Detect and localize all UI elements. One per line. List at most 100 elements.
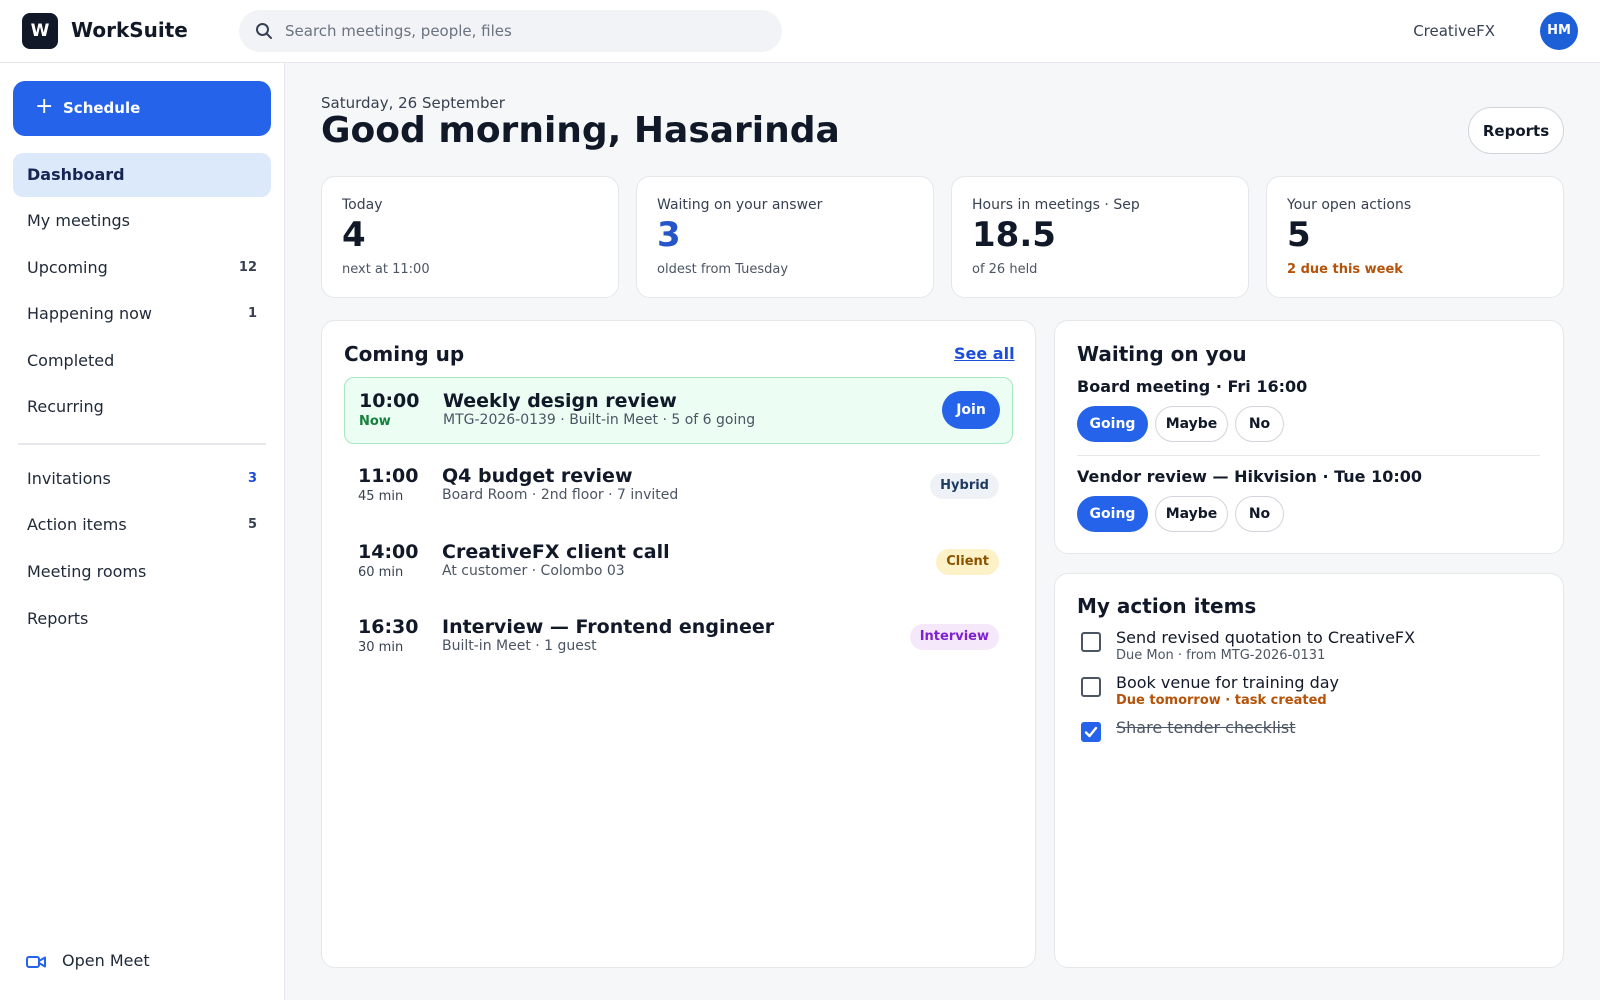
schedule-button[interactable]: + Schedule: [13, 81, 271, 136]
divider: [1077, 455, 1540, 456]
stat-label: Today: [342, 197, 383, 213]
stat-card-open-actions[interactable]: Your open actions 5 2 due this week: [1266, 176, 1564, 298]
stat-subtext: of 26 held: [972, 262, 1038, 277]
meeting-title: Weekly design review: [443, 390, 677, 412]
meeting-meta: MTG-2026-0139 · Built-in Meet · 5 of 6 g…: [443, 412, 756, 428]
plus-icon: +: [35, 94, 54, 119]
sidebar-item-upcoming[interactable]: Upcoming 12: [13, 246, 271, 290]
meeting-title: CreativeFX client call: [442, 541, 670, 563]
stat-label: Hours in meetings · Sep: [972, 197, 1140, 213]
meeting-tag: Hybrid: [930, 473, 999, 499]
action-item-due: Due Mon · from MTG-2026-0131: [1116, 648, 1326, 663]
stat-value: 5: [1287, 215, 1311, 255]
sidebar-item-invitations[interactable]: Invitations 3: [13, 457, 271, 501]
sidebar-item-label: Meeting rooms: [27, 562, 147, 581]
meeting-title: Interview — Frontend engineer: [442, 616, 775, 638]
meeting-row[interactable]: 11:00 45 min Q4 budget review Board Room…: [344, 453, 1013, 520]
no-button[interactable]: No: [1235, 496, 1284, 532]
checkbox[interactable]: [1081, 677, 1101, 697]
meeting-time: 10:00: [359, 390, 420, 412]
meeting-row[interactable]: 14:00 60 min CreativeFX client call At c…: [344, 529, 1013, 596]
panel-title: My action items: [1077, 594, 1257, 618]
stat-card-hours[interactable]: Hours in meetings · Sep 18.5 of 26 held: [951, 176, 1249, 298]
action-item-title: Share tender checklist: [1116, 718, 1296, 737]
meeting-time: 14:00: [358, 541, 419, 563]
sidebar-item-my-meetings[interactable]: My meetings: [13, 199, 271, 243]
sidebar: + Schedule Dashboard My meetings Upcomin…: [0, 63, 285, 1000]
count-badge: 12: [238, 260, 257, 275]
stat-value: 18.5: [972, 215, 1056, 255]
top-bar: W WorkSuite CreativeFX HM: [0, 0, 1600, 63]
join-button[interactable]: Join: [942, 391, 1000, 429]
app-name: WorkSuite: [71, 18, 188, 42]
org-switcher[interactable]: CreativeFX: [1413, 22, 1495, 40]
panel-title: Waiting on you: [1077, 342, 1247, 366]
action-item: Book venue for training day Due tomorrow…: [1077, 673, 1547, 713]
sidebar-item-label: Recurring: [27, 397, 104, 416]
stat-subtext: 2 due this week: [1287, 262, 1403, 277]
sidebar-item-meeting-rooms[interactable]: Meeting rooms: [13, 550, 271, 594]
meeting-row[interactable]: 16:30 30 min Interview — Frontend engine…: [344, 604, 1013, 671]
maybe-button[interactable]: Maybe: [1155, 406, 1228, 442]
stat-value: 4: [342, 215, 366, 255]
sidebar-item-recurring[interactable]: Recurring: [13, 385, 271, 429]
sidebar-item-action-items[interactable]: Action items 5: [13, 503, 271, 547]
checkbox[interactable]: [1081, 632, 1101, 652]
meeting-time: 16:30: [358, 616, 419, 638]
page-title: Good morning, Hasarinda: [321, 110, 840, 151]
meeting-meta: Built-in Meet · 1 guest: [442, 638, 597, 654]
meeting-duration: 45 min: [358, 489, 404, 504]
going-button[interactable]: Going: [1077, 406, 1148, 442]
stat-subtext: next at 11:00: [342, 262, 430, 277]
action-item: Share tender checklist: [1077, 718, 1547, 746]
avatar[interactable]: HM: [1540, 12, 1578, 50]
stat-card-waiting[interactable]: Waiting on your answer 3 oldest from Tue…: [636, 176, 934, 298]
stat-label: Waiting on your answer: [657, 197, 823, 213]
meeting-status: Now: [359, 414, 391, 429]
sidebar-item-dashboard[interactable]: Dashboard: [13, 153, 271, 197]
search-input[interactable]: [285, 10, 765, 52]
app-logo[interactable]: W: [22, 13, 58, 49]
stat-subtext: oldest from Tuesday: [657, 262, 789, 277]
sidebar-item-label: Reports: [27, 609, 89, 628]
meeting-duration: 60 min: [358, 565, 404, 580]
stat-label: Your open actions: [1287, 197, 1412, 213]
stat-card-today[interactable]: Today 4 next at 11:00: [321, 176, 619, 298]
meeting-duration: 30 min: [358, 640, 404, 655]
sidebar-item-completed[interactable]: Completed: [13, 339, 271, 383]
sidebar-divider: [18, 443, 266, 445]
see-all-link[interactable]: See all: [954, 344, 1015, 363]
video-camera-icon: [26, 956, 46, 968]
action-item-title: Book venue for training day: [1116, 673, 1340, 692]
waiting-on-you-panel: Waiting on you Board meeting · Fri 16:00…: [1054, 320, 1564, 554]
action-item-due: Due tomorrow · task created: [1116, 693, 1327, 708]
meeting-meta: At customer · Colombo 03: [442, 563, 625, 579]
maybe-button[interactable]: Maybe: [1155, 496, 1228, 532]
meeting-row-now[interactable]: 10:00 Now Weekly design review MTG-2026-…: [344, 377, 1013, 444]
no-button[interactable]: No: [1235, 406, 1284, 442]
invite-title: Vendor review — Hikvision · Tue 10:00: [1077, 467, 1423, 486]
meeting-tag: Client: [936, 549, 999, 575]
schedule-label: Schedule: [63, 99, 141, 117]
reports-button[interactable]: Reports: [1468, 107, 1564, 154]
count-badge: 1: [247, 306, 257, 321]
sidebar-item-label: Action items: [27, 515, 127, 534]
sidebar-item-label: Completed: [27, 351, 115, 370]
meeting-time: 11:00: [358, 465, 419, 487]
action-items-panel: My action items Send revised quotation t…: [1054, 573, 1564, 968]
checkmark-icon: [1084, 726, 1098, 738]
sidebar-item-label: Upcoming: [27, 258, 108, 277]
meeting-title: Q4 budget review: [442, 465, 633, 487]
checkbox-checked[interactable]: [1081, 722, 1101, 742]
stat-value: 3: [657, 215, 681, 255]
count-badge: 5: [247, 517, 257, 532]
search-icon: [256, 23, 272, 39]
sidebar-item-happening-now[interactable]: Happening now 1: [13, 292, 271, 336]
action-item-title: Send revised quotation to CreativeFX: [1116, 628, 1416, 647]
going-button[interactable]: Going: [1077, 496, 1148, 532]
sidebar-item-label: Invitations: [27, 469, 111, 488]
sidebar-item-label: Happening now: [27, 304, 152, 323]
sidebar-item-reports[interactable]: Reports: [13, 597, 271, 641]
count-badge: 3: [247, 471, 257, 486]
search-bar[interactable]: [239, 10, 782, 52]
